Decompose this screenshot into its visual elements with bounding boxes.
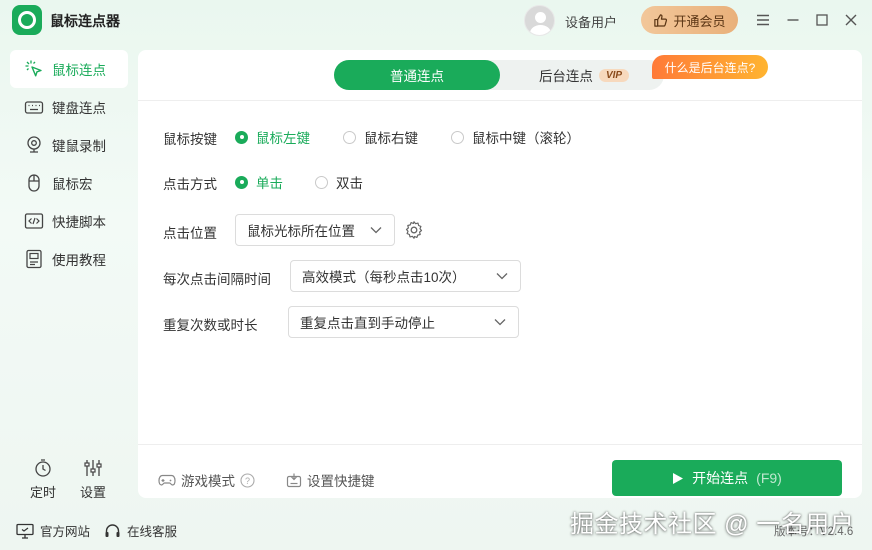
mouse-button-label: 鼠标按键 — [163, 132, 217, 147]
open-vip-button[interactable]: 开通会员 — [641, 6, 738, 34]
app-logo-icon — [12, 5, 42, 35]
watermark: 掘金技术社区 @ 一名用户 — [570, 511, 855, 538]
background-click-help-bubble[interactable]: 什么是后台连点? — [652, 55, 768, 79]
official-website-label: 官方网站 — [40, 525, 91, 539]
vip-badge: VIP — [598, 68, 630, 82]
radio-dot — [343, 130, 356, 144]
set-hotkey-button[interactable]: 设置快捷键 — [286, 470, 375, 490]
tab-normal-click[interactable]: 普通连点 — [334, 60, 500, 90]
help-icon[interactable]: ? — [240, 472, 255, 488]
chevron-down-icon — [370, 227, 382, 234]
start-label: 开始连点 — [692, 470, 749, 486]
radio-label: 双击 — [336, 176, 363, 191]
radio-dot — [235, 130, 248, 144]
radio-double-click[interactable]: 双击 — [315, 172, 363, 192]
svg-text:?: ? — [245, 476, 250, 486]
avatar[interactable] — [524, 5, 555, 36]
repeat-label: 重复次数或时长 — [163, 318, 258, 333]
select-value: 鼠标光标所在位置 — [247, 224, 355, 239]
sidebar-item-label: 键盘连点 — [52, 101, 106, 116]
repeat-select[interactable]: 重复点击直到手动停止 — [288, 306, 519, 338]
mouse-icon — [28, 174, 40, 192]
sidebar-item-mouse-click[interactable]: 鼠标连点 — [10, 50, 128, 88]
sidebar-item-label: 鼠标连点 — [52, 63, 106, 78]
mouse-click-icon — [25, 60, 42, 77]
thumbs-up-icon — [654, 13, 668, 27]
timer-label: 定时 — [30, 485, 57, 500]
radio-label: 鼠标左键 — [256, 131, 310, 146]
radio-left-button[interactable]: 鼠标左键 — [235, 127, 310, 147]
chevron-down-icon — [494, 319, 506, 326]
gamepad-icon — [158, 474, 176, 486]
select-value: 高效模式（每秒点击10次） — [302, 270, 466, 285]
start-click-button[interactable]: 开始连点 (F9) — [612, 460, 842, 496]
headset-icon — [105, 523, 120, 537]
main-panel: 普通连点 后台连点 VIP 什么是后台连点? 鼠标按键 鼠标左键 鼠标右键 鼠标… — [138, 50, 862, 498]
settings-label: 设置 — [80, 485, 107, 500]
click-type-label: 点击方式 — [163, 177, 217, 192]
minimize-icon[interactable] — [782, 9, 804, 31]
sliders-icon — [84, 460, 102, 476]
sidebar-item-script[interactable]: 快捷脚本 — [10, 202, 128, 240]
interval-select[interactable]: 高效模式（每秒点击10次） — [290, 260, 521, 292]
radio-label: 鼠标右键 — [364, 131, 418, 146]
menu-icon[interactable] — [752, 9, 774, 31]
set-hotkey-label: 设置快捷键 — [307, 474, 375, 489]
online-support-link[interactable]: 在线客服 — [104, 521, 177, 540]
maximize-icon[interactable] — [811, 9, 833, 31]
sidebar-item-keyboard-click[interactable]: 键盘连点 — [10, 88, 128, 126]
divider — [138, 100, 862, 101]
close-icon[interactable] — [840, 9, 862, 31]
timer-button[interactable]: 定时 — [30, 458, 56, 501]
radio-dot — [451, 130, 464, 144]
monitor-icon — [16, 523, 34, 539]
record-icon — [27, 136, 41, 153]
hotkey-icon — [286, 473, 302, 488]
click-position-label: 点击位置 — [163, 226, 217, 241]
script-icon — [24, 213, 44, 229]
radio-dot — [235, 175, 248, 189]
game-mode-label: 游戏模式 — [181, 474, 235, 489]
radio-single-click[interactable]: 单击 — [235, 172, 283, 192]
sidebar-item-label: 键鼠录制 — [52, 139, 106, 154]
radio-dot — [315, 175, 328, 189]
sidebar-item-label: 鼠标宏 — [52, 177, 93, 192]
chevron-down-icon — [496, 273, 508, 280]
game-mode-toggle[interactable]: 游戏模式 ? — [158, 470, 255, 490]
open-vip-label: 开通会员 — [673, 13, 726, 29]
divider — [138, 444, 862, 445]
select-value: 重复点击直到手动停止 — [300, 316, 435, 331]
timer-icon — [35, 459, 51, 477]
sidebar-item-label: 快捷脚本 — [52, 215, 106, 230]
click-position-select[interactable]: 鼠标光标所在位置 — [235, 214, 395, 246]
sidebar-item-label: 使用教程 — [52, 253, 106, 268]
title-bar: 鼠标连点器 设备用户 开通会员 — [0, 0, 872, 42]
tab-background-label: 后台连点 — [538, 69, 593, 84]
tab-background-click[interactable]: 后台连点 VIP — [504, 60, 664, 90]
gear-icon[interactable] — [404, 220, 424, 240]
sidebar-item-tutorial[interactable]: 使用教程 — [10, 240, 128, 278]
radio-right-button[interactable]: 鼠标右键 — [343, 127, 418, 147]
user-name[interactable]: 设备用户 — [565, 12, 617, 31]
sidebar-item-mouse-macro[interactable]: 鼠标宏 — [10, 164, 128, 202]
mode-tabs: 普通连点 后台连点 VIP — [334, 60, 664, 90]
radio-label: 单击 — [256, 176, 283, 191]
sidebar-item-record[interactable]: 键鼠录制 — [10, 126, 128, 164]
keyboard-icon — [24, 101, 44, 114]
interval-label: 每次点击间隔时间 — [163, 272, 271, 287]
settings-button[interactable]: 设置 — [80, 458, 106, 501]
start-hotkey-label: (F9) — [756, 470, 782, 486]
tutorial-icon — [26, 249, 42, 269]
play-icon — [673, 472, 684, 484]
radio-middle-button[interactable]: 鼠标中键（滚轮） — [451, 127, 580, 147]
official-website-link[interactable]: 官方网站 — [16, 521, 90, 540]
radio-label: 鼠标中键（滚轮） — [472, 131, 580, 146]
sidebar: 鼠标连点 键盘连点 键鼠录制 鼠标宏 快捷脚本 使用教程 — [10, 50, 128, 278]
online-support-label: 在线客服 — [127, 525, 178, 539]
app-title: 鼠标连点器 — [50, 13, 120, 29]
